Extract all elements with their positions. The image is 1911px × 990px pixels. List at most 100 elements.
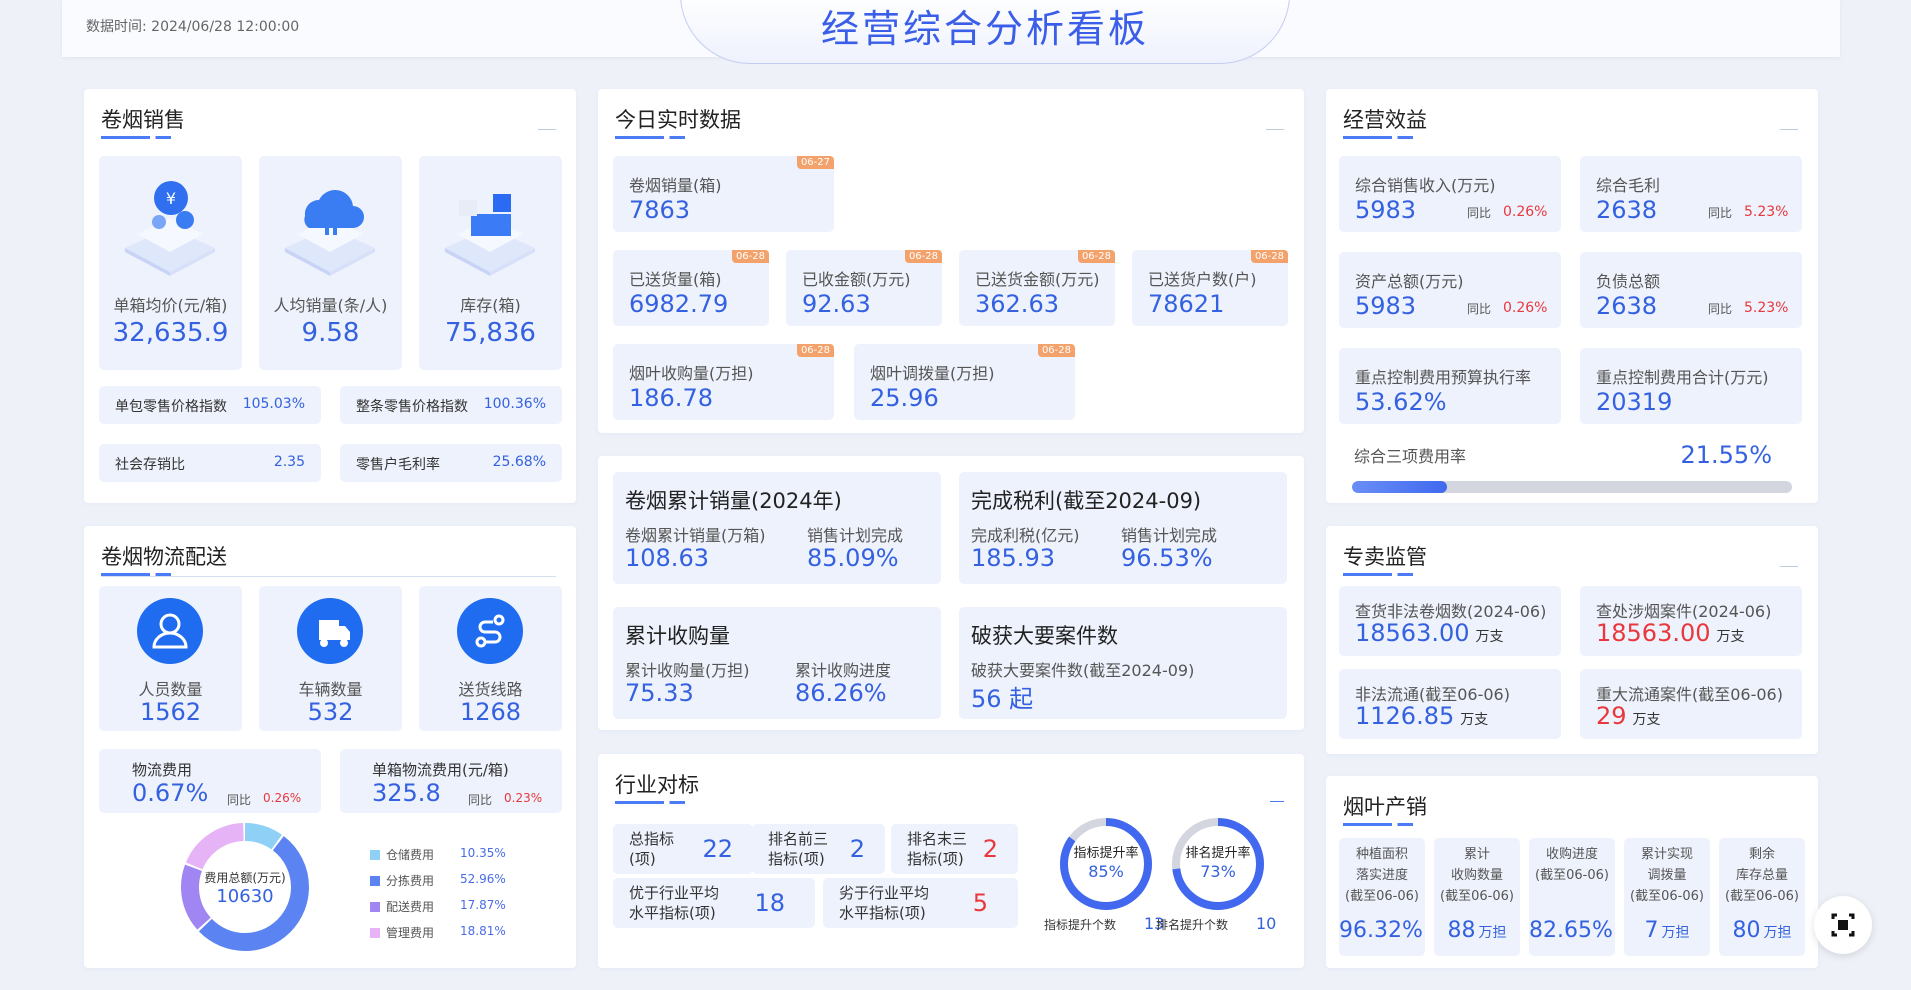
donut-legend-item: 分拣费用 52.96% xyxy=(370,872,520,889)
realtime-card-date-tag: 06-28 xyxy=(904,250,942,263)
monopoly-card-value: 29 xyxy=(1596,702,1627,730)
realtime-card: 已收金额(万元) 92.63 06-28 xyxy=(786,250,942,326)
benefit-card-label: 综合销售收入(万元) xyxy=(1355,176,1496,195)
ring-foot: 指标提升个数 xyxy=(1044,918,1117,932)
realtime-card-label: 烟叶收购量(万担) xyxy=(629,364,754,383)
leaf-card: 收购进度 (截至06-06) 82.65% xyxy=(1529,838,1615,956)
sales-index-label: 零售户毛利率 xyxy=(356,457,440,473)
benefit-card-label: 重点控制费用合计(万元) xyxy=(1596,368,1769,387)
logistics-card-value: 1268 xyxy=(459,698,522,726)
leaf-card-value: 80 xyxy=(1732,918,1761,943)
leaf-card-value-row: 80 万担 xyxy=(1719,918,1805,943)
monopoly-title: 专卖监管 xyxy=(1343,541,1427,576)
logistics-card-value: 532 xyxy=(307,698,354,726)
leaf-card-value: 82.65% xyxy=(1529,918,1613,943)
cumulative-card: 破获大要案件数 破获大要案件数(截至2024-09) 56 起 xyxy=(959,607,1287,719)
cumulative-card-title: 累计收购量 xyxy=(625,624,730,648)
benchmark-cell-value: 18 xyxy=(754,889,785,917)
logistics-fee-yoy-label: 同比 xyxy=(227,793,252,807)
sales-index-card: 社会存销比 2.35 xyxy=(99,444,321,482)
leaf-card-unit: 万担 xyxy=(1661,925,1690,941)
benefit-panel: 经营效益 综合销售收入(万元) 5983 同比 0.26% 综合毛利 2638 同比 5.23… xyxy=(1326,89,1818,503)
legend-swatch xyxy=(370,876,380,886)
cumulative-item-value: 56 起 xyxy=(971,685,1034,713)
legend-swatch xyxy=(370,902,380,912)
monopoly-card-value-row: 18563.00 万支 xyxy=(1355,619,1504,647)
leaf-card-label: 种植面积 落实进度 (截至06-06) xyxy=(1345,847,1419,904)
ring-title: 指标提升率 xyxy=(1073,846,1139,861)
benefit-card-label: 综合毛利 xyxy=(1596,176,1661,195)
expense-rate-label: 综合三项费用率 xyxy=(1354,447,1467,466)
logistics-fee-card: 单箱物流费用(元/箱) 325.8 同比 0.23% xyxy=(340,749,562,813)
monopoly-card-value: 1126.85 xyxy=(1355,702,1455,730)
realtime-card-value: 92.63 xyxy=(802,290,871,318)
logistics-fee-yoy-label: 同比 xyxy=(468,793,493,807)
monopoly-card-value-row: 18563.00 万支 xyxy=(1596,619,1745,647)
benefit-yoy-value: 5.23% xyxy=(1744,204,1789,220)
legend-name: 仓储费用 xyxy=(386,848,435,862)
cumulative-item-label: 销售计划完成 xyxy=(807,526,904,545)
benefit-card-value: 2638 xyxy=(1596,196,1658,224)
sales-card: ¥ 单箱均价(元/箱) 32,635.9 xyxy=(99,156,242,370)
header-bar: 数据时间: 2024/06/28 12:00:00 经营综合分析看板 xyxy=(62,0,1840,64)
donut-center-label: 费用总额(万元) xyxy=(204,871,286,885)
leaf-card: 累计 收购数量 (截至06-06) 88 万担 xyxy=(1434,838,1520,956)
cumulative-item-value: 96.53% xyxy=(1121,544,1213,572)
donut-legend-item: 仓储费用 10.35% xyxy=(370,846,520,863)
logistics-fee-value: 325.8 xyxy=(372,779,441,807)
monopoly-card: 非法流通(截至06-06) 1126.85 万支 xyxy=(1339,669,1561,739)
benefit-title: 经营效益 xyxy=(1343,104,1427,139)
logistics-card-label: 送货线路 xyxy=(458,680,523,699)
monopoly-card-unit: 万支 xyxy=(1632,712,1661,728)
benefit-card-value: 5983 xyxy=(1355,196,1417,224)
cumulative-card: 完成税利(截至2024-09) 完成利税(亿元) 185.93 销售计划完成 96.53… xyxy=(959,472,1287,584)
cumulative-item-value: 86.26% xyxy=(795,679,887,707)
logistics-fee-label: 单箱物流费用(元/箱) xyxy=(372,761,509,779)
price-3d-icon: ¥ xyxy=(125,181,215,276)
realtime-card-date-tag: 06-28 xyxy=(1250,250,1288,263)
benefit-yoy-value: 5.23% xyxy=(1744,300,1789,316)
logistics-card-label: 人员数量 xyxy=(138,680,203,699)
cumulative-item-value: 185.93 xyxy=(971,544,1055,572)
cumulative-item-label: 卷烟累计销量(万箱) xyxy=(625,526,766,545)
benefit-yoy-label: 同比 xyxy=(1708,206,1733,220)
leaf-title: 烟叶产销 xyxy=(1343,791,1427,826)
realtime-card: 烟叶调拨量(万担) 25.96 06-28 xyxy=(854,344,1075,420)
page-title: 经营综合分析看板 xyxy=(820,7,1149,51)
legend-pct: 52.96% xyxy=(460,872,506,886)
ring-count: 10 xyxy=(1256,914,1277,933)
realtime-card-label: 已送货金额(万元) xyxy=(975,270,1100,289)
monopoly-card: 查处涉烟案件(2024-06) 18563.00 万支 xyxy=(1580,586,1802,656)
svg-text:¥: ¥ xyxy=(166,189,176,208)
monopoly-card-value: 18563.00 xyxy=(1355,619,1470,647)
leaf-panel: 烟叶产销 种植面积 落实进度 (截至06-06) 96.32% 累计 收购数量 (截… xyxy=(1326,776,1818,968)
fullscreen-icon xyxy=(1831,913,1855,937)
benchmark-panel: 行业对标 总指标 (项) 22 排名前三 指标(项) 2 排名末三 指标(项) 2 优于行业… xyxy=(598,754,1304,968)
realtime-card-value: 25.96 xyxy=(870,384,939,412)
benchmark-ring: 指标提升率 85% 指标提升个数 13 xyxy=(1044,814,1166,934)
leaf-card-label: 累计 收购数量 (截至06-06) xyxy=(1440,847,1514,904)
realtime-title: 今日实时数据 xyxy=(615,104,741,139)
monopoly-card-unit: 万支 xyxy=(1716,629,1745,645)
benchmark-cell-label: 排名末三 指标(项) xyxy=(907,830,968,868)
benefit-yoy-label: 同比 xyxy=(1708,302,1733,316)
logistics-fee-yoy: 0.26% xyxy=(263,791,302,805)
sales-card: 库存(箱) 75,836 xyxy=(419,156,562,370)
sales-index-value: 2.35 xyxy=(273,454,305,470)
benefit-card-value: 20319 xyxy=(1596,388,1673,416)
route-icon xyxy=(457,598,523,664)
realtime-card-label: 已收金额(万元) xyxy=(802,270,911,289)
realtime-card: 已送货户数(户) 78621 06-28 xyxy=(1132,250,1288,326)
realtime-card-value: 7863 xyxy=(629,196,691,224)
sales-card-label: 单箱均价(元/箱) xyxy=(113,296,228,315)
sales-index-card: 零售户毛利率 25.68% xyxy=(340,444,562,482)
monopoly-card: 重大流通案件(截至06-06) 29 万支 xyxy=(1580,669,1802,739)
sales-card-value: 75,836 xyxy=(445,318,536,348)
fullscreen-button[interactable] xyxy=(1814,896,1872,954)
sales-title: 卷烟销售 xyxy=(101,104,185,139)
expense-rate-fill xyxy=(1352,481,1447,493)
logistics-card: 人员数量 1562 xyxy=(99,586,242,731)
monopoly-card-value-row: 29 万支 xyxy=(1596,702,1661,730)
benchmark-cell: 劣于行业平均 水平指标(项) 5 xyxy=(823,878,1018,928)
cumulative-card-title: 破获大要案件数 xyxy=(971,624,1118,648)
